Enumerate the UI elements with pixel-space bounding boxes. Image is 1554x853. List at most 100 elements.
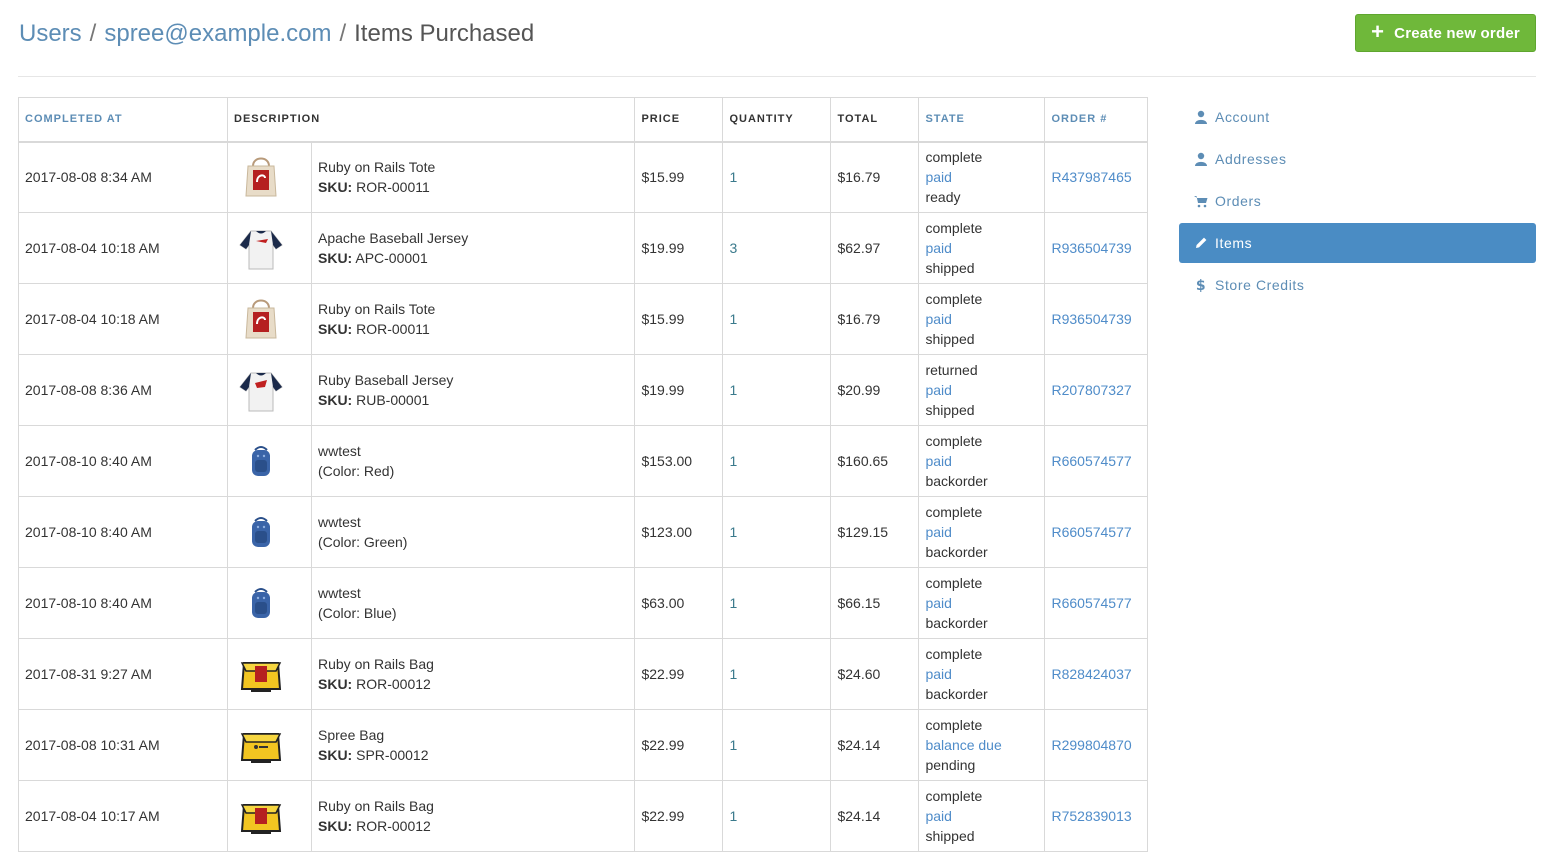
- product-thumbnail-cell: [227, 141, 312, 213]
- order-number-cell: R660574577: [1044, 496, 1148, 568]
- plus-icon: +: [1371, 19, 1385, 44]
- sidebar-item-label: Store Credits: [1215, 277, 1305, 293]
- product-name: Ruby on Rails Tote: [318, 301, 436, 317]
- product-detail: SKU: RUB-00001: [318, 390, 628, 410]
- product-image[interactable]: [236, 791, 286, 841]
- product-image[interactable]: [236, 649, 286, 699]
- create-new-order-button[interactable]: + Create new order: [1355, 14, 1536, 52]
- column-state[interactable]: State: [918, 97, 1046, 143]
- payment-state-link[interactable]: paid: [925, 451, 1038, 471]
- shipment-state: shipped: [925, 402, 975, 418]
- payment-state-link[interactable]: paid: [925, 522, 1038, 542]
- sidebar-item-orders[interactable]: Orders: [1179, 181, 1536, 221]
- sidebar-item-account[interactable]: Account: [1179, 97, 1536, 137]
- description-cell: wwtest (Color: Blue): [310, 567, 636, 639]
- order-state: complete: [925, 291, 983, 307]
- payment-state-link[interactable]: balance due: [925, 735, 1038, 755]
- sidebar-item-label: Items: [1215, 235, 1253, 251]
- svg-text:$: $: [1196, 278, 1206, 292]
- shipment-state: backorder: [925, 544, 988, 560]
- product-thumbnail-cell: [227, 212, 312, 284]
- sku-label: SKU:: [318, 392, 353, 408]
- product-name: Ruby Baseball Jersey: [318, 372, 454, 388]
- completed-at-cell: 2017-08-10 8:40 AM: [18, 567, 228, 639]
- breadcrumb-users-link[interactable]: Users: [19, 20, 82, 47]
- order-state: returned: [925, 362, 978, 378]
- total-cell: $129.15: [830, 496, 920, 568]
- payment-state-link[interactable]: paid: [925, 309, 1038, 329]
- product-name: wwtest: [318, 443, 361, 459]
- description-cell: Ruby on Rails Bag SKU: ROR-00012: [310, 638, 636, 710]
- state-cell: complete paid shipped: [918, 780, 1046, 852]
- order-number-cell: R437987465: [1044, 141, 1148, 213]
- product-image[interactable]: [236, 436, 286, 486]
- create-new-order-label: Create new order: [1394, 24, 1520, 42]
- breadcrumb-separator: /: [339, 20, 347, 47]
- state-cell: complete paid backorder: [918, 567, 1046, 639]
- price-cell: $22.99: [634, 709, 724, 781]
- order-number-link[interactable]: R437987465: [1051, 169, 1131, 185]
- dollar-icon: $: [1194, 278, 1208, 294]
- items-purchased-table: Completed At Description Price Quantity …: [18, 97, 1148, 852]
- total-cell: $24.60: [830, 638, 920, 710]
- sku-label: SKU:: [318, 179, 353, 196]
- total-cell: $160.65: [830, 425, 920, 497]
- sidebar-item-addresses[interactable]: Addresses: [1179, 139, 1536, 179]
- product-detail: SKU: SPR-00012: [318, 745, 628, 765]
- product-detail: SKU: APC-00001: [318, 248, 628, 268]
- payment-state-link[interactable]: paid: [925, 167, 1038, 187]
- breadcrumb-separator: /: [89, 20, 97, 47]
- payment-state-link[interactable]: paid: [925, 380, 1038, 400]
- table-header-row: Completed At Description Price Quantity …: [18, 97, 1148, 143]
- shipment-state: pending: [925, 757, 976, 773]
- product-sku: ROR-00011: [356, 179, 430, 196]
- product-thumbnail-cell: [227, 425, 312, 497]
- product-image[interactable]: [236, 294, 286, 344]
- product-image[interactable]: [236, 720, 286, 770]
- product-detail: SKU: ROR-00011: [318, 177, 628, 197]
- description-cell: Ruby Baseball Jersey SKU: RUB-00001: [310, 354, 636, 426]
- column-completed-at[interactable]: Completed At: [18, 97, 228, 143]
- sidebar-item-items[interactable]: Items: [1179, 223, 1536, 263]
- order-number-link[interactable]: R936504739: [1051, 240, 1131, 256]
- product-name: Apache Baseball Jersey: [318, 230, 469, 246]
- product-name: Ruby on Rails Tote: [318, 159, 436, 176]
- order-number-link[interactable]: R660574577: [1051, 595, 1131, 611]
- product-image[interactable]: [236, 578, 286, 628]
- state-cell: complete paid backorder: [918, 638, 1046, 710]
- order-number-link[interactable]: R660574577: [1051, 453, 1131, 469]
- payment-state-link[interactable]: paid: [925, 593, 1038, 613]
- table-row: 2017-08-10 8:40 AM wwtest (Color: Blue) $63…: [18, 567, 1148, 639]
- order-number-link[interactable]: R207807327: [1051, 382, 1131, 398]
- price-cell: $15.99: [634, 141, 724, 213]
- table-row: 2017-08-10 8:40 AM wwtest (Color: Green) $1…: [18, 496, 1148, 568]
- product-detail: (Color: Red): [318, 461, 628, 481]
- column-order-number[interactable]: Order #: [1044, 97, 1148, 143]
- breadcrumb-user-email-link[interactable]: spree@example.com: [104, 20, 331, 47]
- order-state: complete: [925, 575, 983, 591]
- product-name: Spree Bag: [318, 727, 385, 743]
- product-image[interactable]: [236, 152, 286, 202]
- page-title: Items Purchased: [354, 20, 535, 47]
- payment-state-link[interactable]: paid: [925, 664, 1038, 684]
- completed-at-cell: 2017-08-08 10:31 AM: [18, 709, 228, 781]
- column-total: Total: [830, 97, 920, 143]
- order-number-link[interactable]: R660574577: [1051, 524, 1131, 540]
- sidebar-item-store-credits[interactable]: $ Store Credits: [1179, 265, 1536, 305]
- product-image[interactable]: [236, 365, 286, 415]
- column-quantity: Quantity: [722, 97, 832, 143]
- order-state: complete: [925, 504, 983, 520]
- shipment-state: backorder: [925, 615, 988, 631]
- order-number-link[interactable]: R752839013: [1051, 808, 1131, 824]
- table-row: 2017-08-08 10:31 AM Spree Bag SKU: SPR-000…: [18, 709, 1148, 781]
- sku-label: SKU:: [318, 250, 353, 266]
- order-number-link[interactable]: R299804870: [1051, 737, 1131, 753]
- payment-state-link[interactable]: paid: [925, 806, 1038, 826]
- payment-state-link[interactable]: paid: [925, 238, 1038, 258]
- order-number-link[interactable]: R828424037: [1051, 666, 1131, 682]
- shipment-state: backorder: [925, 686, 988, 702]
- order-number-link[interactable]: R936504739: [1051, 311, 1131, 327]
- completed-at-cell: 2017-08-04 10:18 AM: [18, 283, 228, 355]
- product-image[interactable]: [236, 507, 286, 557]
- product-image[interactable]: [236, 223, 286, 273]
